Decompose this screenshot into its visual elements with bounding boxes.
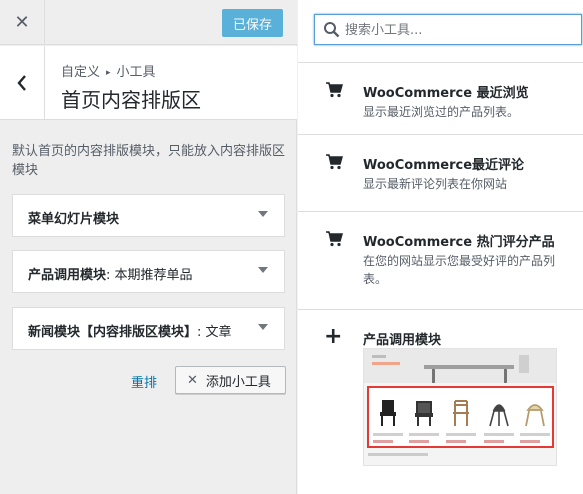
widget-product[interactable]: 产品调用模块: 本期推荐单品	[12, 250, 285, 293]
close-icon: ✕	[187, 372, 198, 388]
widget-description: 在您的网站显示您最受好评的产品列表。	[363, 254, 556, 286]
reorder-link[interactable]: 重排	[131, 372, 157, 391]
available-widgets-panel: WooCommerce 最近浏览 显示最近浏览过的产品列表。 WooCommer…	[298, 0, 583, 494]
preview-footer	[368, 453, 428, 456]
widget-search-area	[298, 0, 583, 62]
chair-icon	[415, 401, 433, 426]
breadcrumb: 自定义 ▸ 小工具	[61, 61, 156, 80]
cart-icon	[326, 231, 343, 247]
widget-title: 产品调用模块: 本期推荐单品	[28, 268, 193, 283]
chevron-left-icon	[17, 74, 26, 91]
chevron-down-icon[interactable]	[258, 267, 268, 273]
preview-banner	[364, 349, 556, 383]
widget-news[interactable]: 新闻模块【内容排版区模块】: 文章	[12, 307, 285, 350]
cart-icon	[326, 154, 343, 170]
customizer-sidebar: ✕ 已保存 自定义 ▸ 小工具 首页内容排版区 默认首页的内容排版模块，只能放入内容…	[0, 0, 297, 494]
close-icon: ✕	[14, 12, 30, 33]
section-title: 首页内容排版区	[61, 88, 201, 112]
back-button[interactable]	[0, 46, 45, 119]
widget-title: 新闻模块【内容排版区模块】: 文章	[28, 325, 232, 340]
close-customizer-button[interactable]: ✕	[0, 0, 45, 45]
widget-title: WooCommerce最近评论	[363, 158, 525, 173]
widget-title: WooCommerce 最近浏览	[363, 86, 529, 101]
breadcrumb-separator-icon: ▸	[106, 68, 111, 78]
chair-icon	[453, 400, 469, 426]
chair-icon	[380, 400, 396, 426]
search-input[interactable]	[345, 19, 575, 41]
plus-icon: +	[324, 324, 343, 349]
available-widget-recently-viewed[interactable]: WooCommerce 最近浏览 显示最近浏览过的产品列表。	[298, 62, 583, 134]
desk-illustration	[372, 355, 529, 383]
chair-icon	[489, 404, 509, 427]
chevron-down-icon[interactable]	[258, 324, 268, 330]
breadcrumb-current: 小工具	[116, 65, 156, 80]
section-header: 自定义 ▸ 小工具 首页内容排版区	[0, 46, 297, 120]
add-widget-button[interactable]: ✕ 添加小工具	[175, 366, 286, 394]
widget-description: 显示最新评论列表在你网站	[363, 177, 508, 191]
preview-products-highlight	[367, 386, 554, 448]
available-widget-recent-reviews[interactable]: WooCommerce最近评论 显示最新评论列表在你网站	[298, 134, 583, 211]
widget-title: 产品调用模块	[363, 333, 442, 348]
widget-preview-image	[363, 348, 557, 466]
area-description: 默认首页的内容排版模块，只能放入内容排版区模块	[12, 144, 286, 178]
saved-button[interactable]: 已保存	[222, 9, 283, 37]
add-widget-label: 添加小工具	[205, 374, 271, 390]
breadcrumb-root: 自定义	[61, 65, 101, 80]
widget-menu-slider[interactable]: 菜单幻灯片模块	[12, 194, 285, 237]
cart-icon	[326, 82, 343, 98]
search-icon	[324, 22, 340, 38]
widget-description: 显示最近浏览过的产品列表。	[363, 105, 520, 119]
chevron-down-icon[interactable]	[258, 211, 268, 217]
widget-title: 菜单幻灯片模块	[28, 212, 120, 227]
widget-title: WooCommerce 热门评分产品	[363, 235, 555, 250]
available-widget-top-rated[interactable]: WooCommerce 热门评分产品 在您的网站显示您最受好评的产品列表。	[298, 211, 583, 309]
customizer-header: ✕ 已保存	[0, 0, 297, 45]
search-box[interactable]	[314, 14, 582, 45]
available-widget-product[interactable]: + 产品调用模块	[298, 309, 583, 494]
chair-icon	[525, 404, 545, 427]
